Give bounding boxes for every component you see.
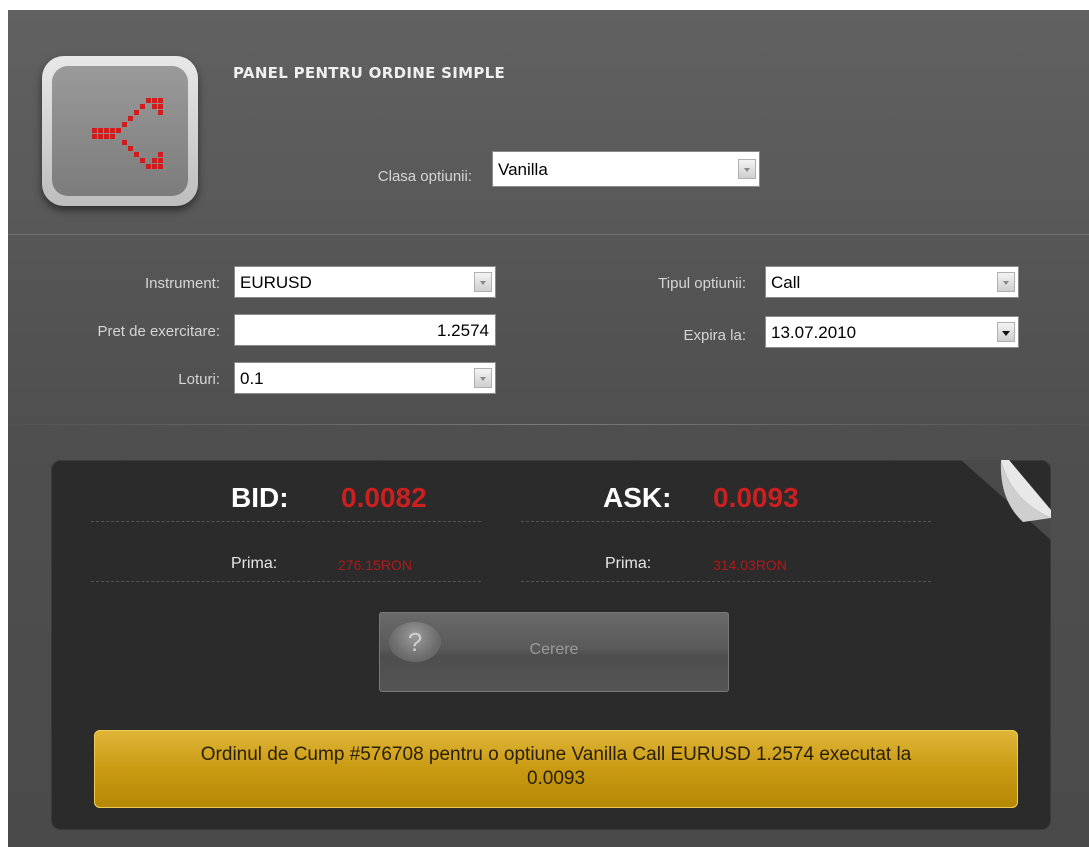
chevron-down-icon[interactable] bbox=[997, 272, 1015, 292]
lots-select[interactable]: 0.1 bbox=[234, 362, 496, 394]
strike-price-input[interactable]: 1.2574 bbox=[234, 314, 496, 346]
panel-logo bbox=[42, 56, 198, 206]
divider bbox=[91, 581, 481, 582]
chevron-down-icon[interactable] bbox=[738, 159, 756, 179]
ask-premium-value: 314.03RON bbox=[713, 557, 787, 573]
option-class-select[interactable]: Vanilla bbox=[492, 151, 760, 187]
lots-value: 0.1 bbox=[240, 369, 264, 388]
divider bbox=[521, 581, 931, 582]
option-class-value: Vanilla bbox=[498, 160, 548, 179]
strike-price-value: 1.2574 bbox=[437, 321, 489, 340]
option-type-value: Call bbox=[771, 273, 801, 292]
notice-line-2: 0.0093 bbox=[526, 768, 586, 789]
notice-line-1: Ordinul de Cump #576708 pentru o optiune… bbox=[200, 744, 912, 765]
execution-notice: Ordinul de Cump #576708 pentru o optiune… bbox=[94, 730, 1018, 808]
expiry-date-picker[interactable]: 13.07.2010 bbox=[765, 316, 1019, 348]
instrument-label: Instrument: bbox=[144, 275, 220, 292]
chevron-down-icon[interactable] bbox=[474, 368, 492, 388]
order-panel: PANEL PENTRU ORDINE SIMPLE Clasa optiuni… bbox=[8, 10, 1089, 847]
bid-label: BID: bbox=[231, 482, 289, 513]
expiry-value: 13.07.2010 bbox=[771, 323, 857, 342]
option-class-label: Clasa optiunii: bbox=[377, 168, 472, 185]
option-type-label: Tipul optiunii: bbox=[658, 275, 746, 292]
page-fold-icon bbox=[961, 460, 1051, 540]
request-button[interactable]: ? Cerere bbox=[379, 612, 729, 692]
lots-label: Loturi: bbox=[178, 371, 220, 388]
bid-premium-value: 276.15RON bbox=[338, 557, 412, 573]
request-button-label: Cerere bbox=[529, 641, 579, 658]
calendar-dropdown-icon[interactable] bbox=[997, 322, 1015, 342]
bid-value: 0.0082 bbox=[341, 482, 427, 513]
ask-premium-label: Prima: bbox=[605, 555, 652, 572]
instrument-select[interactable]: EURUSD bbox=[234, 266, 496, 298]
divider bbox=[91, 521, 481, 522]
option-type-select[interactable]: Call bbox=[765, 266, 1019, 298]
divider bbox=[521, 521, 931, 522]
strike-price-label: Pret de exercitare: bbox=[97, 323, 220, 340]
split-arrows-icon bbox=[92, 98, 163, 169]
divider bbox=[8, 424, 1089, 425]
ask-value: 0.0093 bbox=[713, 482, 799, 513]
instrument-value: EURUSD bbox=[240, 273, 312, 292]
chevron-down-icon[interactable] bbox=[474, 272, 492, 292]
expiry-label: Expira la: bbox=[683, 327, 746, 344]
quote-box: BID: 0.0082 ASK: 0.0093 Prima: 276.15RON… bbox=[51, 460, 1051, 830]
bid-premium-label: Prima: bbox=[231, 555, 278, 572]
panel-title: PANEL PENTRU ORDINE SIMPLE bbox=[233, 64, 506, 82]
ask-label: ASK: bbox=[603, 482, 672, 513]
